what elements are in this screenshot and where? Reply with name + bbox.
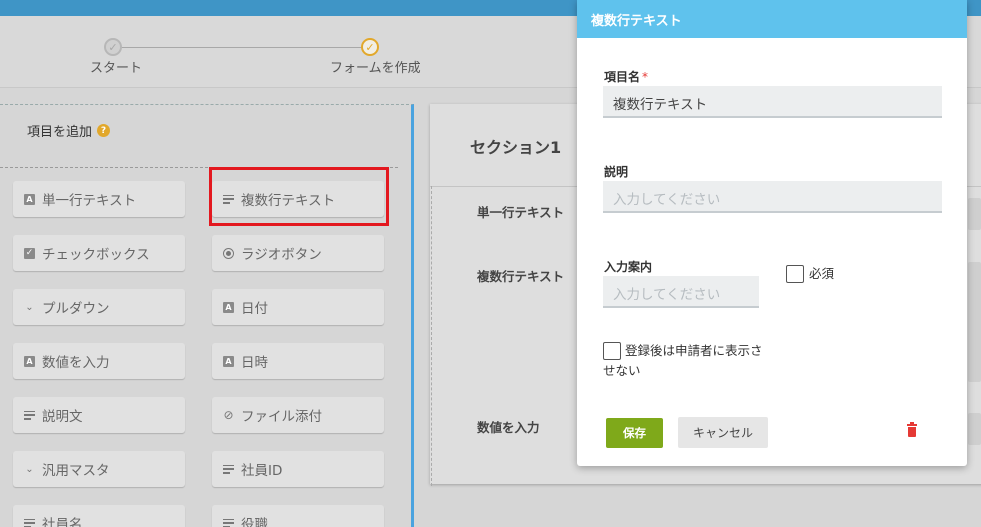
hide-from-applicant-label-line1: 登録後は申請者に表示さ <box>625 343 763 358</box>
step-start-label: スタート <box>90 61 143 76</box>
input-guide-input[interactable]: 入力してください <box>603 276 759 308</box>
text-a-icon: A <box>223 301 234 313</box>
hide-from-applicant-label-line2: せない <box>603 363 641 378</box>
text-a-icon: A <box>223 355 234 367</box>
palette-item-label: プルダウン <box>42 301 110 317</box>
palette-item-label: 単一行テキスト <box>42 193 137 209</box>
palette-item-label: 日時 <box>241 355 268 371</box>
field-settings-modal: 複数行テキスト 項目名 * 複数行テキスト 説明 入力してください 入力案内 入力… <box>577 0 967 466</box>
palette-item-checkbox[interactable]: ✓ チェックボックス <box>13 235 185 271</box>
palette-item-label: 社員ID <box>241 463 283 479</box>
required-checkbox[interactable] <box>786 265 804 283</box>
palette-item-label: 数値を入力 <box>42 355 110 371</box>
form-field-input[interactable] <box>968 198 981 230</box>
palette-item-position[interactable]: 役職 <box>212 505 384 527</box>
description-label: 説明 <box>604 165 629 179</box>
palette-item-master[interactable]: ⌄ 汎用マスタ <box>13 451 185 487</box>
palette-item-description[interactable]: 説明文 <box>13 397 185 433</box>
form-drop-guide <box>431 186 432 486</box>
form-field-label[interactable]: 複数行テキスト <box>477 266 564 285</box>
item-name-input[interactable]: 複数行テキスト <box>603 86 942 118</box>
palette-item-datetime[interactable]: A 日時 <box>212 343 384 379</box>
paperclip-icon: ⊘ <box>223 408 234 422</box>
form-field-textarea[interactable] <box>968 262 981 382</box>
multiline-icon <box>223 464 234 474</box>
cancel-button[interactable]: キャンセル <box>678 417 768 448</box>
multiline-icon <box>223 518 234 527</box>
delete-trash-icon[interactable] <box>907 422 917 437</box>
multiline-icon <box>24 518 35 527</box>
highlight-box <box>209 167 389 226</box>
radio-icon <box>223 247 234 259</box>
palette-item-pulldown[interactable]: ⌄ プルダウン <box>13 289 185 325</box>
help-icon[interactable]: ? <box>97 124 111 137</box>
item-name-label: 項目名 * <box>604 68 648 85</box>
palette-item-label: チェックボックス <box>42 247 150 263</box>
palette-item-label: 日付 <box>241 301 268 317</box>
text-a-icon: A <box>24 193 35 205</box>
step-active-icon: ✓ <box>361 38 379 56</box>
palette-item-label: 汎用マスタ <box>42 463 110 479</box>
palette-item-label: 社員名 <box>42 517 83 527</box>
required-checkbox-label: 必須 <box>809 266 835 281</box>
stepper-connector <box>116 47 371 48</box>
palette-item-label: ラジオボタン <box>241 247 322 263</box>
palette-item-label: 説明文 <box>42 409 83 425</box>
palette-item-radio[interactable]: ラジオボタン <box>212 235 384 271</box>
section-title: セクション1 <box>470 138 562 157</box>
multiline-icon <box>24 410 35 420</box>
input-guide-label: 入力案内 <box>604 260 653 274</box>
palette-item-date[interactable]: A 日付 <box>212 289 384 325</box>
palette-item-employee-id[interactable]: 社員ID <box>212 451 384 487</box>
palette-item-single-line[interactable]: A 単一行テキスト <box>13 181 185 217</box>
modal-title: 複数行テキスト <box>577 0 967 38</box>
save-button[interactable]: 保存 <box>606 418 663 448</box>
palette-item-number[interactable]: A 数値を入力 <box>13 343 185 379</box>
checkbox-icon: ✓ <box>24 247 35 259</box>
hide-from-applicant-checkbox[interactable] <box>603 342 621 360</box>
step-done-icon: ✓ <box>104 38 122 56</box>
palette-item-employee-name[interactable]: 社員名 <box>13 505 185 527</box>
text-a-icon: A <box>24 355 35 367</box>
form-field-input[interactable] <box>968 413 981 445</box>
chevron-down-icon: ⌄ <box>25 301 34 313</box>
palette-item-file[interactable]: ⊘ ファイル添付 <box>212 397 384 433</box>
palette-item-label: ファイル添付 <box>241 409 322 425</box>
item-name-label-text: 項目名 <box>604 70 641 84</box>
palette-item-label: 役職 <box>241 517 268 527</box>
step-create-form-label: フォームを作成 <box>330 61 421 76</box>
palette-title-text: 項目を追加 <box>27 125 93 140</box>
palette-title: 項目を追加 ? <box>27 121 111 140</box>
form-field-label[interactable]: 数値を入力 <box>477 417 540 436</box>
description-input[interactable]: 入力してください <box>603 181 942 213</box>
form-field-label[interactable]: 単一行テキスト <box>477 202 564 221</box>
chevron-down-icon: ⌄ <box>25 463 34 475</box>
required-mark: * <box>642 70 649 84</box>
